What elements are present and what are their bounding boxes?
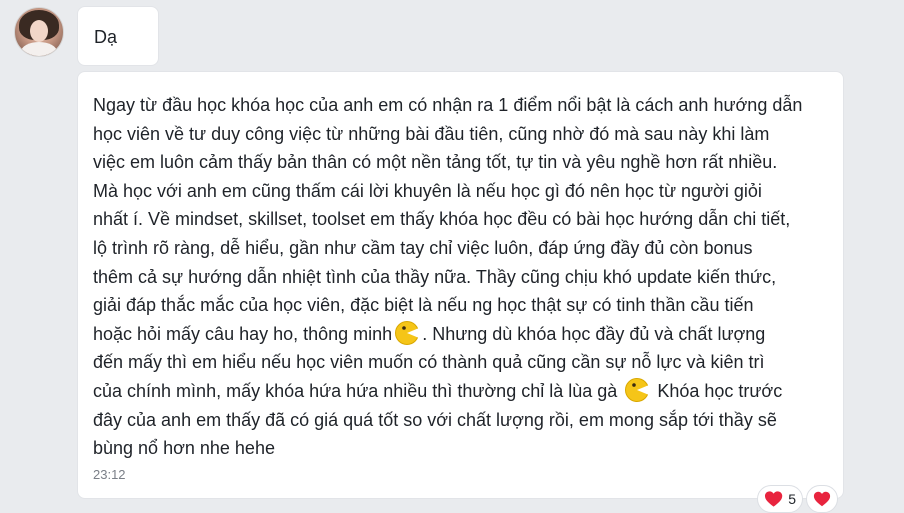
- message-line-part: . Nhưng dù khóa học đầy đủ và chất lượng: [422, 323, 766, 344]
- message-line: hoặc hỏi mấy câu hay ho, thông minh . Như…: [93, 320, 833, 349]
- message-timestamp: 23:12: [93, 467, 126, 482]
- message-line: đến mấy thì em hiểu nếu học viên muốn có…: [93, 352, 765, 373]
- avatar-body: [21, 42, 57, 56]
- message-line: nhất í. Về mindset, skillset, toolset em…: [93, 209, 791, 230]
- pacman-emoji-icon: [625, 377, 650, 402]
- avatar-face: [30, 20, 48, 42]
- message-line: của chính mình, mấy khóa hứa hứa nhiều t…: [93, 377, 833, 406]
- heart-icon: [813, 491, 831, 507]
- message-line: Mà học với anh em cũng thấm cái lời khuy…: [93, 180, 762, 201]
- message-line: bùng nổ hơn nhe hehe: [93, 438, 275, 459]
- pacman-emoji-icon: [395, 320, 420, 345]
- react-heart-button[interactable]: [806, 485, 838, 513]
- message-bubble-long[interactable]: Ngay từ đầu học khóa học của anh em có n…: [77, 71, 844, 499]
- message-line-part: của chính mình, mấy khóa hứa hứa nhiều t…: [93, 380, 618, 401]
- message-line: đây của anh em thấy đã có giá quá tốt so…: [93, 409, 777, 430]
- message-bubble-short[interactable]: Dạ: [77, 6, 159, 66]
- message-body: Ngay từ đầu học khóa học của anh em có n…: [93, 91, 833, 463]
- message-text: Dạ: [94, 27, 118, 47]
- message-line: việc em luôn cảm thấy bản thân có một nề…: [93, 152, 778, 173]
- message-line: lộ trình rõ ràng, dễ hiểu, gần như cầm t…: [93, 237, 753, 258]
- reaction-count: 5: [788, 491, 796, 507]
- message-line: Ngay từ đầu học khóa học của anh em có n…: [93, 95, 803, 115]
- message-line: thêm cả sự hướng dẫn nhiệt tình của thầy…: [93, 266, 777, 287]
- message-line: giải đáp thắc mắc của học viên, đặc biệt…: [93, 295, 754, 316]
- sender-avatar[interactable]: [14, 7, 64, 57]
- reaction-summary[interactable]: 5: [757, 485, 803, 513]
- message-line-part: hoặc hỏi mấy câu hay ho, thông minh: [93, 323, 393, 344]
- message-line: học viên về tư duy công việc từ những bà…: [93, 123, 770, 144]
- heart-icon: [764, 491, 783, 507]
- message-line-part: Khóa học trước: [657, 380, 783, 401]
